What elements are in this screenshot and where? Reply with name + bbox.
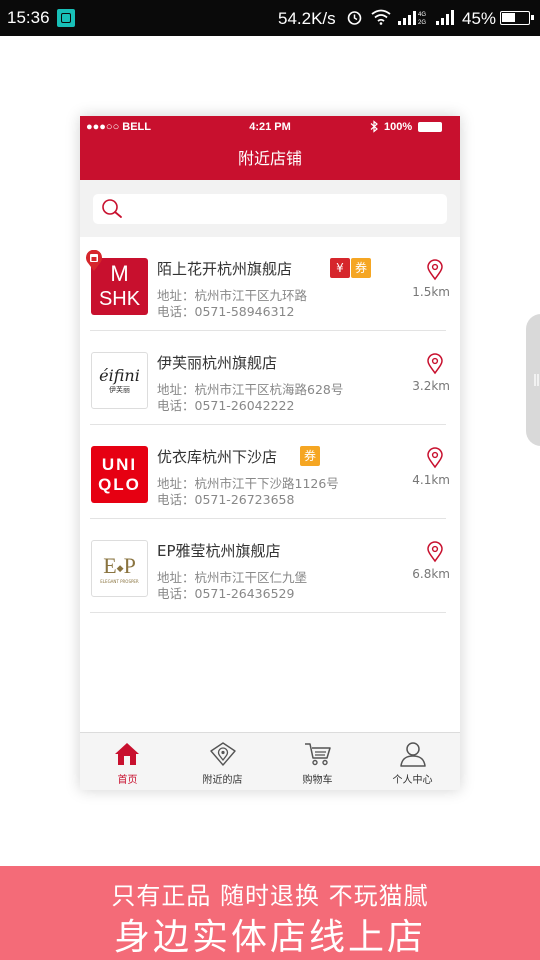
store-distance: 3.2km bbox=[412, 379, 450, 393]
promo-slogan: 只有正品 随时退换 不玩猫腻 bbox=[111, 882, 429, 910]
home-icon bbox=[115, 743, 139, 765]
store-phone[interactable]: 电话：0571-26042222 bbox=[157, 395, 294, 414]
store-name: EP雅莹杭州旗舰店 bbox=[157, 542, 281, 560]
tab-label: 个人中心 bbox=[392, 775, 433, 786]
store-distance: 6.8km bbox=[412, 567, 450, 581]
location-pin-icon[interactable] bbox=[426, 259, 444, 281]
location-pin-icon[interactable] bbox=[426, 447, 444, 469]
red-packet-badge: ¥ bbox=[330, 258, 350, 278]
scan-icon bbox=[57, 9, 75, 27]
tab-home[interactable]: 首页 bbox=[80, 733, 175, 790]
search-icon bbox=[102, 199, 122, 218]
coupon-badge: 券 bbox=[300, 446, 320, 466]
location-pin-icon[interactable] bbox=[426, 541, 444, 563]
logo-text: éifini bbox=[99, 366, 140, 385]
user-icon bbox=[400, 742, 426, 767]
store-name: 优衣库杭州下沙店 bbox=[157, 448, 278, 466]
location-pin-icon[interactable] bbox=[426, 353, 444, 375]
logo-text: P bbox=[123, 553, 136, 578]
alarm-icon bbox=[347, 11, 362, 25]
wifi-icon bbox=[371, 9, 391, 25]
ios-status-bar: ●●●○○ BELL 4:21 PM 100% bbox=[80, 116, 460, 138]
store-logo-uniqlo: UNI QLO bbox=[91, 446, 148, 503]
net-speed: 54.2K/s bbox=[278, 9, 336, 28]
tab-label: 附近的店 bbox=[202, 775, 243, 786]
store-item[interactable]: UNI QLO 优衣库杭州下沙店 券 地址：杭州市江干下沙路1126号 电话：0… bbox=[80, 425, 460, 519]
promo-banner: 只有正品 随时退换 不玩猫腻 身边实体店线上店 bbox=[0, 866, 540, 960]
bluetooth-icon bbox=[370, 120, 378, 133]
store-item[interactable]: E◆P ELEGANT PROSPER EP雅莹杭州旗舰店 地址：杭州市江干区仁… bbox=[80, 519, 460, 613]
logo-text: E bbox=[103, 553, 117, 578]
battery-percent: 45% bbox=[462, 9, 497, 28]
store-distance: 4.1km bbox=[412, 473, 450, 487]
divider bbox=[90, 612, 446, 613]
status-time: 15:36 bbox=[7, 8, 50, 27]
signal-icon bbox=[436, 10, 454, 25]
tab-cart[interactable]: 购物车 bbox=[270, 733, 365, 790]
red-packet-marker-icon bbox=[86, 250, 102, 271]
search-area bbox=[80, 180, 460, 237]
cart-icon bbox=[305, 743, 331, 766]
battery-icon bbox=[500, 11, 534, 25]
signal-4g-icon: 4G 2G bbox=[398, 11, 426, 26]
logo-text: UNI bbox=[101, 455, 138, 474]
tab-label: 首页 bbox=[117, 775, 138, 786]
store-item[interactable]: M SHK 陌上花开杭州旗舰店 ¥ 券 地址：杭州市江干区九环路 电话：0571… bbox=[80, 237, 460, 331]
coupon-badge: 券 bbox=[351, 258, 371, 278]
promo-headline: 身边实体店线上店 bbox=[113, 917, 426, 958]
svg-text:2G: 2G bbox=[418, 20, 426, 26]
store-name: 陌上花开杭州旗舰店 bbox=[157, 260, 293, 278]
store-phone[interactable]: 电话：0571-26723658 bbox=[157, 489, 294, 508]
logo-text: ELEGANT PROSPER bbox=[100, 578, 139, 584]
store-logo-ep: E◆P ELEGANT PROSPER bbox=[91, 540, 148, 597]
page-title: 附近店铺 bbox=[80, 138, 460, 180]
logo-mark: E◆P bbox=[92, 555, 147, 579]
bottom-tab-bar: 首页 附近的店 购物车 个人中心 bbox=[80, 732, 460, 790]
svg-text:4G: 4G bbox=[418, 12, 426, 18]
search-input[interactable] bbox=[129, 198, 439, 220]
location-icon bbox=[210, 742, 236, 766]
tab-nearby-stores[interactable]: 附近的店 bbox=[175, 733, 270, 790]
floating-edge-handle[interactable] bbox=[526, 314, 540, 446]
store-logo-eifini: éifini 伊芙丽 bbox=[91, 352, 148, 409]
store-list: M SHK 陌上花开杭州旗舰店 ¥ 券 地址：杭州市江干区九环路 电话：0571… bbox=[80, 237, 460, 613]
store-phone[interactable]: 电话：0571-58946312 bbox=[157, 301, 294, 320]
ios-battery-percent: 100% bbox=[384, 121, 413, 133]
ios-battery-icon bbox=[418, 122, 442, 132]
tab-label: 购物车 bbox=[302, 775, 333, 786]
phone-mockup: ●●●○○ BELL 4:21 PM 100% 附近店铺 M SHK 陌上花开杭… bbox=[80, 116, 460, 790]
store-item[interactable]: éifini 伊芙丽 伊芙丽杭州旗舰店 地址：杭州市江干区杭海路628号 电话：… bbox=[80, 331, 460, 425]
tab-profile[interactable]: 个人中心 bbox=[365, 733, 460, 790]
logo-text: 伊芙丽 bbox=[109, 386, 130, 394]
diamond-icon: ◆ bbox=[116, 562, 124, 573]
store-distance: 1.5km bbox=[412, 285, 450, 299]
logo-text: SHK bbox=[98, 288, 141, 310]
android-status-bar: 15:36 54.2K/s 4G 2G 45% bbox=[0, 0, 540, 36]
search-box[interactable] bbox=[93, 194, 447, 224]
store-phone[interactable]: 电话：0571-26436529 bbox=[157, 583, 294, 602]
store-name: 伊芙丽杭州旗舰店 bbox=[157, 354, 278, 372]
logo-text: QLO bbox=[98, 475, 141, 494]
